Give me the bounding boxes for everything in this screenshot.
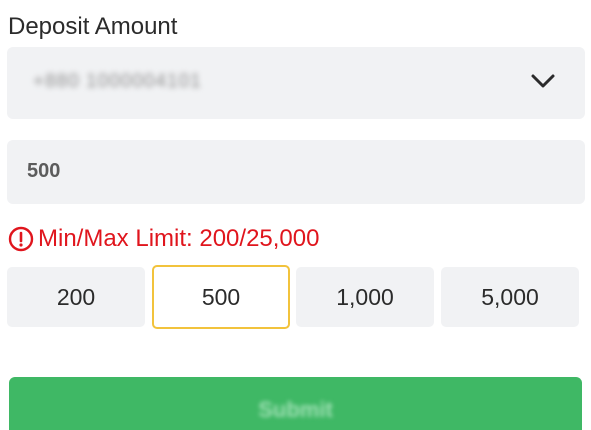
amount-input-value: 500 (27, 160, 61, 182)
chevron-down-icon (531, 74, 555, 88)
alert-circle-icon (8, 226, 34, 252)
deposit-form: Deposit Amount +880 1000004101 500 Min/M… (0, 0, 591, 430)
limit-text: Min/Max Limit: 200/25,000 (38, 225, 320, 252)
quick-amount-5000[interactable]: 5,000 (441, 267, 579, 327)
account-select-value: +880 1000004101 (33, 71, 202, 92)
submit-label: Submit (258, 397, 333, 422)
limit-notice: Min/Max Limit: 200/25,000 (8, 224, 319, 254)
quick-amount-1000[interactable]: 1,000 (296, 267, 434, 327)
account-select[interactable]: +880 1000004101 (7, 47, 585, 119)
amount-input[interactable]: 500 (7, 140, 585, 204)
page-title: Deposit Amount (8, 13, 178, 40)
quick-amount-200[interactable]: 200 (7, 267, 145, 327)
quick-amount-500[interactable]: 500 (152, 265, 290, 329)
submit-button[interactable]: Submit (9, 377, 582, 430)
